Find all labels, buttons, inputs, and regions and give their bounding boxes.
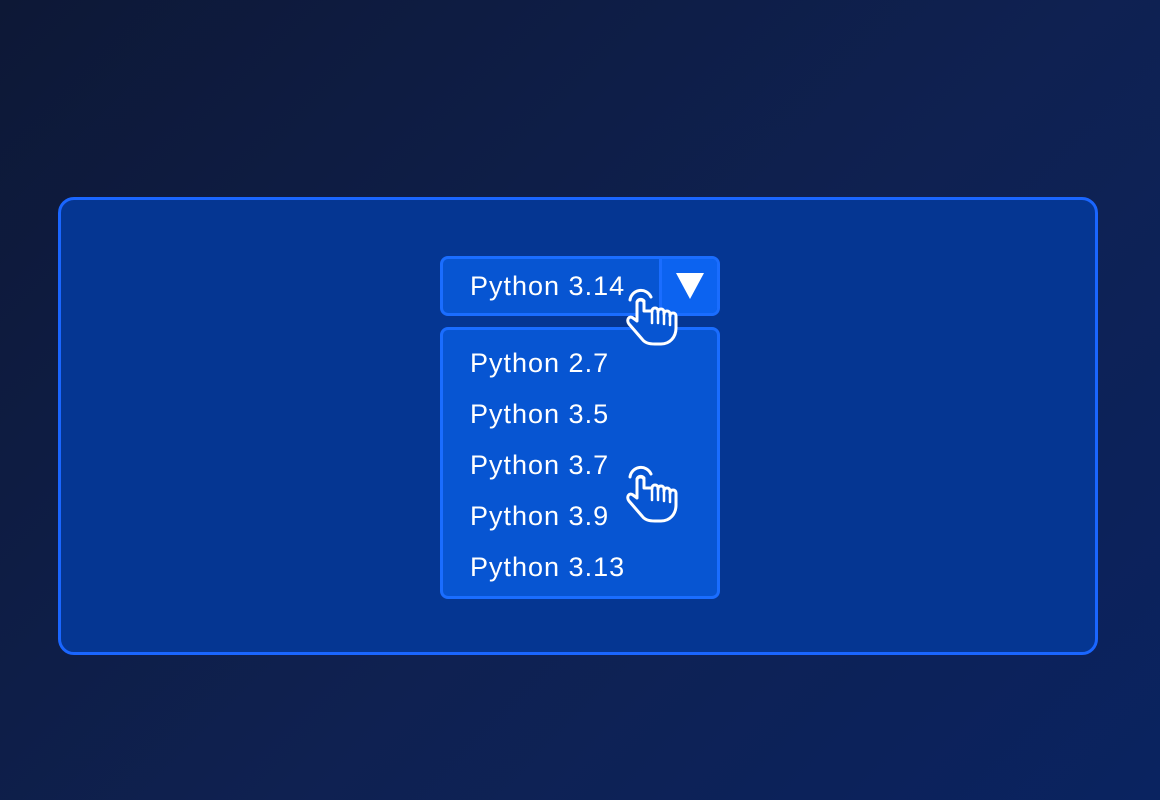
hand-pointer-icon	[626, 465, 678, 523]
option-python-3-13[interactable]: Python 3.13	[443, 542, 717, 593]
option-python-3-5[interactable]: Python 3.5	[443, 389, 717, 440]
hand-pointer-icon	[626, 288, 678, 346]
version-options-list: Python 2.7 Python 3.5 Python 3.7 Python …	[440, 327, 720, 599]
